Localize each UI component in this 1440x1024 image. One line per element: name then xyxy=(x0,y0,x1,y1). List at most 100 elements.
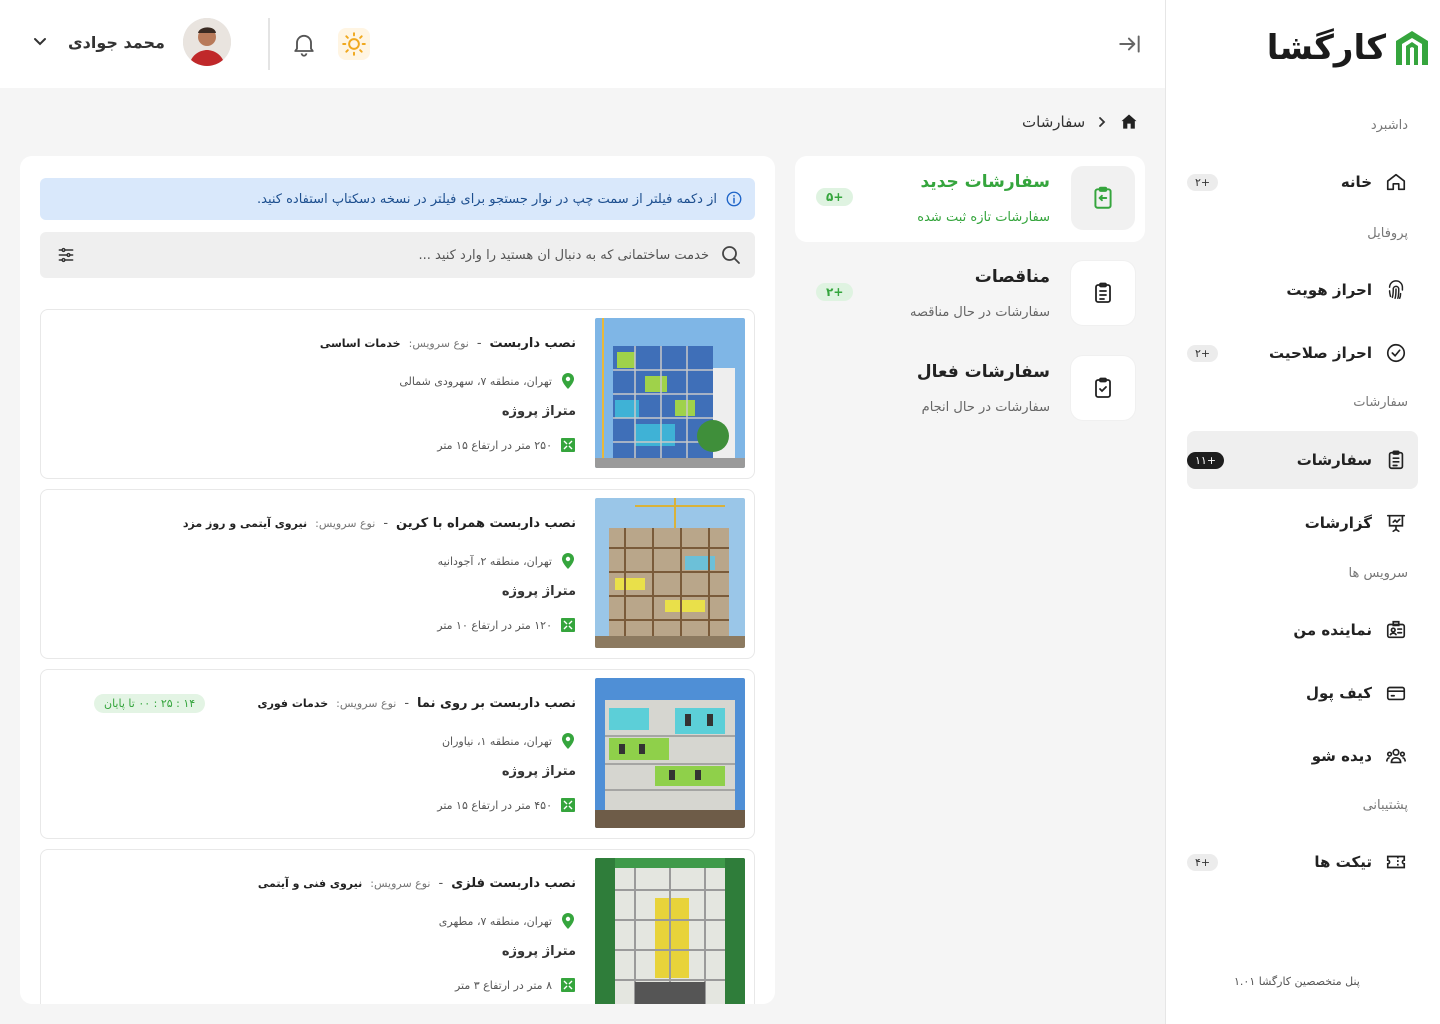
service-type-value: خدمات اساسی xyxy=(319,337,401,350)
breadcrumb: سفارشات xyxy=(1022,112,1139,132)
sidebar-item-tickets[interactable]: تیکت ها +۴ xyxy=(1187,833,1418,891)
chevron-down-icon[interactable] xyxy=(30,32,50,52)
orders-panel: از دکمه فیلتر از سمت چپ در نوار جستجو بر… xyxy=(20,156,775,1004)
ticket-icon xyxy=(1384,850,1408,874)
sidebar-item-home[interactable]: خانه +۲ xyxy=(1187,153,1418,211)
clipboard-list-icon xyxy=(1071,261,1135,325)
section-orders: سفارشات xyxy=(1353,395,1408,410)
order-card[interactable]: نصب داربست همراه با کرین - نوع سرویس: نی… xyxy=(40,489,755,659)
sidebar-item-label: احراز هویت xyxy=(1286,281,1372,299)
area-label: متراژ پروژه xyxy=(501,584,576,599)
sidebar-badge: +۴ xyxy=(1187,853,1219,871)
countdown-badge: ۱۴ : ۲۵ : ۰۰ تا پایان xyxy=(94,694,206,713)
sidebar-item-label: نماینده من xyxy=(1293,621,1372,639)
sidebar-item-label: گزارشات xyxy=(1304,514,1372,532)
collapse-sidebar-icon[interactable] xyxy=(1117,31,1143,57)
chevron-left-icon xyxy=(1099,117,1106,127)
service-type-label: نوع سرویس: xyxy=(370,877,431,890)
home-icon xyxy=(1384,170,1408,194)
area-label: متراژ پروژه xyxy=(501,764,576,779)
order-location: تهران، منطقه ۷، مطهری xyxy=(439,912,576,930)
title-separator: - xyxy=(383,516,389,531)
order-title-row: نصب داربست - نوع سرویس: خدمات اساسی xyxy=(320,336,576,351)
service-type-label: نوع سرویس: xyxy=(315,517,376,530)
sun-icon[interactable] xyxy=(338,28,370,60)
sidebar-badge: +۱۱ xyxy=(1187,451,1225,469)
section-services: سرویس ها xyxy=(1348,566,1408,581)
order-dimension-text: ۸ متر در ارتفاع ۳ متر xyxy=(454,978,552,992)
order-dimension-text: ۲۵۰ متر در ارتفاع ۱۵ متر xyxy=(437,438,552,452)
sidebar-item-label: دیده شو xyxy=(1311,747,1372,765)
user-menu[interactable]: محمد جوادی xyxy=(30,18,231,66)
filter-icon[interactable] xyxy=(46,235,86,275)
area-label: متراژ پروژه xyxy=(501,404,576,419)
status-card-count: +۲ xyxy=(816,283,854,301)
building-image xyxy=(595,858,745,1004)
order-dimension: ۲۵۰ متر در ارتفاع ۱۵ متر xyxy=(437,437,576,453)
service-type-value: نیروی آیتمی و روز مزد xyxy=(182,517,308,530)
order-title-row: نصب داربست فلزی - نوع سرویس: نیروی فنی و… xyxy=(258,876,576,891)
top-header: محمد جوادی xyxy=(0,0,1165,88)
service-type-label: نوع سرویس: xyxy=(336,697,397,710)
wallet-icon xyxy=(1384,681,1408,705)
sidebar-item-orders[interactable]: سفارشات +۱۱ xyxy=(1187,431,1418,489)
order-location: تهران، منطقه ۷، سهرودی شمالی xyxy=(399,372,576,390)
order-dimension-text: ۴۵۰ متر در ارتفاع ۱۵ متر xyxy=(437,798,552,812)
status-card-title: سفارشات جدید xyxy=(920,172,1050,192)
logo-mark-icon xyxy=(1396,31,1428,65)
order-location-text: تهران، منطقه ۷، مطهری xyxy=(438,914,552,928)
sidebar-badge: +۲ xyxy=(1187,173,1219,191)
expand-icon xyxy=(561,798,575,812)
order-location: تهران، منطقه ۱، نیاوران xyxy=(442,732,576,750)
id-card-icon xyxy=(1384,618,1408,642)
title-separator: - xyxy=(404,696,410,711)
sidebar-item-agent[interactable]: نماینده من xyxy=(1187,601,1418,659)
order-card[interactable]: نصب داربست - نوع سرویس: خدمات اساسی تهرا… xyxy=(40,309,755,479)
order-card[interactable]: نصب داربست فلزی - نوع سرویس: نیروی فنی و… xyxy=(40,849,755,1004)
order-location-text: تهران، منطقه ۱، نیاوران xyxy=(441,734,552,748)
header-divider xyxy=(268,18,270,70)
fingerprint-icon xyxy=(1384,278,1408,302)
expand-icon xyxy=(561,618,575,632)
sidebar-item-label: سفارشات xyxy=(1296,451,1372,469)
status-card-title: سفارشات فعال xyxy=(916,362,1050,382)
status-card-active-orders[interactable]: سفارشات فعال سفارشات در حال انجام xyxy=(795,346,1145,432)
avatar[interactable] xyxy=(182,18,231,66)
clipboard-import-icon xyxy=(1071,166,1135,230)
brand-name: کارگشا xyxy=(1266,28,1387,68)
sidebar-item-reports[interactable]: گزارشات xyxy=(1187,494,1418,552)
clipboard-check-icon xyxy=(1071,356,1135,420)
location-pin-icon xyxy=(562,733,574,749)
status-card-new-orders[interactable]: سفارشات جدید سفارشات تازه ثبت شده +۵ xyxy=(795,156,1145,242)
brand-logo[interactable]: کارگشا xyxy=(1267,28,1430,68)
order-dimension: ۸ متر در ارتفاع ۳ متر xyxy=(455,977,576,993)
title-separator: - xyxy=(438,876,444,891)
sidebar: کارگشا داشبرد خانه +۲ پروفایل احراز هویت… xyxy=(1165,0,1440,1024)
order-title: نصب داربست بر روی نما xyxy=(417,696,576,711)
order-title: نصب داربست همراه با کرین xyxy=(396,516,576,531)
order-card[interactable]: نصب داربست بر روی نما - نوع سرویس: خدمات… xyxy=(40,669,755,839)
sidebar-item-identity[interactable]: احراز هویت xyxy=(1187,261,1418,319)
search-input[interactable] xyxy=(96,247,709,263)
users-icon xyxy=(1384,744,1408,768)
status-card-subtitle: سفارشات در حال انجام xyxy=(921,400,1050,415)
sidebar-item-qualification[interactable]: احراز صلاحیت +۲ xyxy=(1187,324,1418,382)
clipboard-icon xyxy=(1384,448,1408,472)
sidebar-footer: پنل متخصصین کارگشا ۱.۰۱ xyxy=(1234,975,1360,988)
home-filled-icon[interactable] xyxy=(1119,112,1139,132)
check-circle-icon xyxy=(1384,341,1408,365)
info-icon xyxy=(726,191,742,207)
service-type-label: نوع سرویس: xyxy=(408,337,469,350)
status-card-tenders[interactable]: مناقصات سفارشات در حال مناقصه +۲ xyxy=(795,251,1145,337)
service-type-value: خدمات فوری xyxy=(257,697,329,710)
user-name[interactable]: محمد جوادی xyxy=(68,33,165,52)
service-type-value: نیروی فنی و آیتمی xyxy=(257,877,363,890)
expand-icon xyxy=(561,438,575,452)
order-title-row: نصب داربست بر روی نما - نوع سرویس: خدمات… xyxy=(258,696,577,711)
sidebar-item-wallet[interactable]: کیف پول xyxy=(1187,664,1418,722)
location-pin-icon xyxy=(562,913,574,929)
sidebar-item-visibility[interactable]: دیده شو xyxy=(1187,727,1418,785)
sidebar-item-label: کیف پول xyxy=(1306,684,1372,702)
status-card-title: مناقصات xyxy=(974,267,1050,287)
bell-icon[interactable] xyxy=(290,30,318,62)
